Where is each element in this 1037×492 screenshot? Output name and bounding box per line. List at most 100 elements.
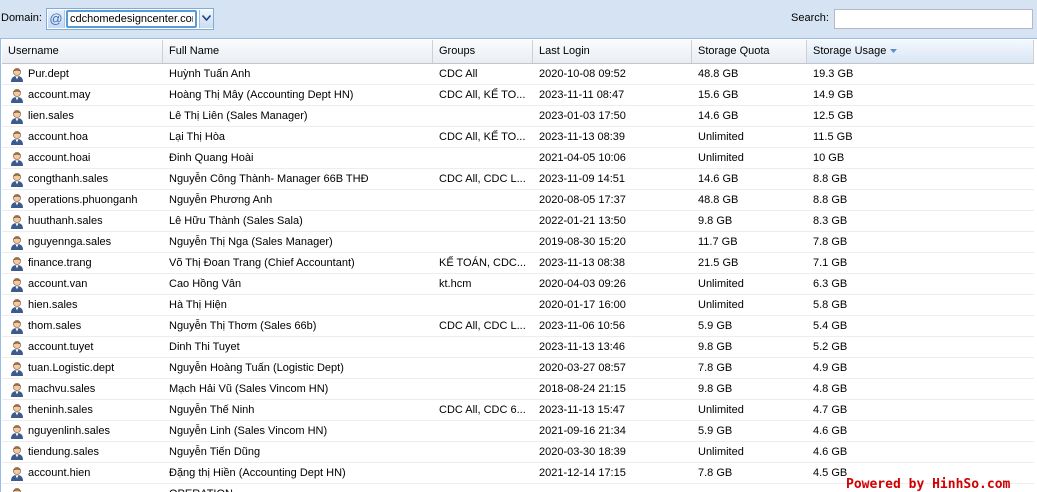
storage-quota-cell: 15.6 GB [698,89,739,101]
user-icon [11,257,23,271]
table-row[interactable]: tiendung.sales Nguyễn Tiến Dũng 2020-03-… [2,442,1034,463]
storage-quota-cell: 48.8 GB [698,68,739,80]
table-row[interactable]: account.may Hoàng Thị Mây (Accounting De… [2,85,1034,106]
storage-quota-cell: 9.8 GB [698,383,733,395]
table-row[interactable]: hien.sales Hà Thị Hiện 2020-01-17 16:00 … [2,295,1034,316]
username-text: congthanh.sales [28,173,109,185]
groups-cell: KẾ TOÁN, CDC... [439,257,527,269]
search-input[interactable] [834,9,1033,29]
last-login-cell: 2020-04-03 09:26 [539,278,626,290]
sort-descending-icon [890,49,898,54]
storage-quota-cell: 7.8 GB [698,467,733,479]
full-name-cell: Nguyễn Linh (Sales Vincom HN) [169,425,328,437]
full-name-cell: Dinh Thi Tuyet [169,341,240,353]
username-text: machvu.sales [28,383,96,395]
groups-cell [433,337,532,357]
column-header-username[interactable]: Username [2,40,163,63]
groups-cell [433,421,532,441]
domain-combobox[interactable]: @ [46,8,214,30]
username-text: account.hien [28,467,91,479]
username-text: huuthanh.sales [28,215,103,227]
groups-cell: CDC All, CDC 6... [439,404,526,416]
table-row[interactable]: account.tuyet Dinh Thi Tuyet 2023-11-13 … [2,337,1034,358]
table-row[interactable]: account.hoai Đinh Quang Hoài 2021-04-05 … [2,148,1034,169]
storage-usage-cell: 19.3 GB [813,68,854,80]
user-icon [11,467,23,481]
user-icon [11,425,23,439]
username-text: nguyenlinh.sales [28,425,110,437]
user-icon [11,320,23,334]
full-name-cell: Huỳnh Tuấn Anh [169,68,251,80]
username-text: account.tuyet [28,341,94,353]
username-cell: Pur.dept [2,64,162,84]
username-cell: hien.sales [2,295,162,315]
table-row[interactable]: operations.phuonganh Nguyễn Phương Anh 2… [2,190,1034,211]
storage-usage-cell: 7.8 GB [813,236,848,248]
username-text: tuan.Logistic.dept [28,362,115,374]
last-login-cell: 2023-11-09 14:51 [539,173,626,185]
username-cell: tiendung.sales [2,442,162,462]
table-row[interactable]: machvu.sales Mạch Hải Vũ (Sales Vincom H… [2,379,1034,400]
storage-usage-cell: 8.8 GB [813,173,848,185]
table-row[interactable]: congthanh.sales Nguyễn Công Thành- Manag… [2,169,1034,190]
username-cell: operations.phuonganh [2,190,162,210]
column-header-full-name[interactable]: Full Name [163,40,433,63]
user-icon [11,362,23,376]
groups-cell [433,358,532,378]
storage-usage-cell: 7.1 GB [813,257,848,269]
full-name-cell: Mạch Hải Vũ (Sales Vincom HN) [169,383,329,395]
table-row[interactable]: theninh.sales Nguyễn Thế Ninh CDC All, C… [2,400,1034,421]
groups-cell [433,106,532,126]
last-login-cell: 2018-08-24 21:15 [539,383,626,395]
groups-cell [433,232,532,252]
table-row[interactable]: huuthanh.sales Lê Hữu Thành (Sales Sala)… [2,211,1034,232]
table-row[interactable]: lien.sales Lê Thị Liên (Sales Manager) 2… [2,106,1034,127]
storage-quota-cell: 9.8 GB [698,215,733,227]
column-header-storage-quota[interactable]: Storage Quota [692,40,807,63]
storage-quota-cell: Unlimited [698,131,744,143]
username-cell: huuthanh.sales [2,211,162,231]
last-login-cell: 2021-12-14 17:15 [539,467,626,479]
groups-cell [433,295,532,315]
user-icon [11,341,23,355]
user-icon [11,215,23,229]
watermark: Powered by HinhSo.com [846,477,1011,492]
full-name-cell: Nguyễn Phương Anh [169,194,273,206]
column-header-groups[interactable]: Groups [433,40,533,63]
groups-cell [433,484,532,492]
last-login-cell: 2022-01-21 13:50 [539,215,626,227]
user-icon [11,68,23,82]
username-cell: machvu.sales [2,379,162,399]
chevron-down-icon [202,15,211,21]
table-row[interactable]: Pur.dept Huỳnh Tuấn Anh CDC All 2020-10-… [2,64,1034,85]
storage-usage-cell: 11.5 GB [813,131,853,143]
username-text: account.may [28,89,91,101]
groups-cell [433,463,532,483]
table-row[interactable]: nguyenlinh.sales Nguyễn Linh (Sales Vinc… [2,421,1034,442]
last-login-cell: 2019-08-30 15:20 [539,236,626,248]
user-icon [11,173,23,187]
full-name-cell: Nguyễn Công Thành- Manager 66B THĐ [169,173,369,185]
username-text: operations.phuonganh [28,194,138,206]
table-row[interactable]: tuan.Logistic.dept Nguyễn Hoàng Tuấn (Lo… [2,358,1034,379]
full-name-cell: Nguyễn Tiến Dũng [169,446,261,458]
column-header-last-login[interactable]: Last Login [533,40,692,63]
domain-dropdown-button[interactable] [199,10,213,28]
storage-quota-cell: 11.7 GB [698,236,738,248]
username-text: nguyennga.sales [28,236,112,248]
table-row[interactable]: nguyennga.sales Nguyễn Thị Nga (Sales Ma… [2,232,1034,253]
table-row[interactable]: account.hoa Lại Thị Hòa CDC All, KẾ TO..… [2,127,1034,148]
at-sign-icon: @ [48,10,65,28]
table-row[interactable]: finance.trang Võ Thị Đoan Trang (Chief A… [2,253,1034,274]
storage-usage-cell: 5.4 GB [813,320,848,332]
column-header-storage-usage[interactable]: Storage Usage [807,40,1034,63]
grid-body: Pur.dept Huỳnh Tuấn Anh CDC All 2020-10-… [2,64,1034,492]
storage-quota-cell: Unlimited [698,152,744,164]
full-name-cell: Lê Thị Liên (Sales Manager) [169,110,308,122]
grid-header: Username Full Name Groups Last Login Sto… [2,40,1034,64]
last-login-cell: 2020-08-05 17:37 [539,194,626,206]
table-row[interactable]: thom.sales Nguyễn Thị Thơm (Sales 66b) C… [2,316,1034,337]
domain-input[interactable] [66,10,197,28]
table-row[interactable]: account.van Cao Hồng Vân kt.hcm 2020-04-… [2,274,1034,295]
storage-quota-cell [692,484,807,492]
